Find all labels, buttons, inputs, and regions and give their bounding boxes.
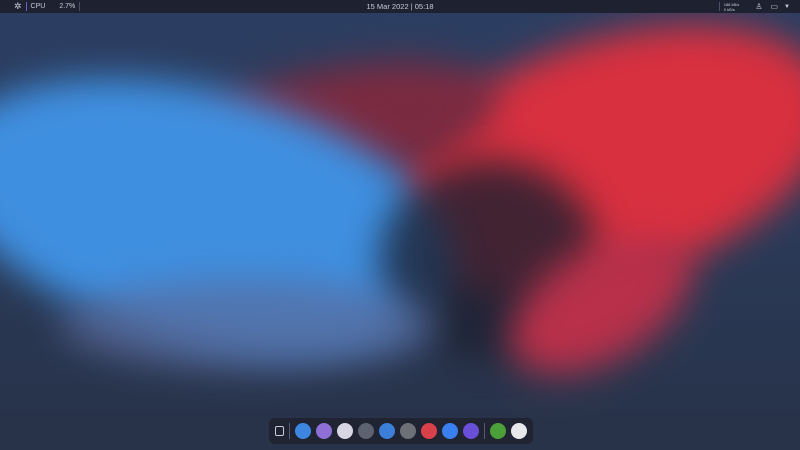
cpu-label: CPU xyxy=(30,3,46,10)
workspaces-icon[interactable] xyxy=(275,426,285,436)
dock-app-files-icon[interactable] xyxy=(295,423,311,439)
dock-app-browser-icon[interactable] xyxy=(379,423,395,439)
cpu-value: 2.7% xyxy=(59,3,76,10)
dock-app-music-icon[interactable] xyxy=(421,423,437,439)
chevron-down-icon[interactable]: ▼ xyxy=(784,4,790,10)
dock-app-app-green-icon[interactable] xyxy=(490,423,506,439)
display-icon[interactable]: ▭ xyxy=(770,2,778,11)
app-launcher-icon[interactable]: ✲ xyxy=(14,1,22,12)
top-panel: ✲ CPU 2.7% 15 Mar 2022 | 05:18 188 kB/s … xyxy=(0,0,800,13)
dock xyxy=(269,418,533,444)
dock-app-camera-icon[interactable] xyxy=(400,423,416,439)
dock-app-photos-icon[interactable] xyxy=(337,423,353,439)
dock-app-terminal-icon[interactable] xyxy=(358,423,374,439)
network-speed: 188 kB/s 0 kB/s xyxy=(724,2,740,12)
dock-app-mail-icon[interactable] xyxy=(316,423,332,439)
dock-app-app-web-icon[interactable] xyxy=(511,423,527,439)
net-down: 0 kB/s xyxy=(723,6,735,12)
clock[interactable]: 15 Mar 2022 | 05:18 xyxy=(0,2,800,11)
dock-app-store-icon[interactable] xyxy=(442,423,458,439)
desktop-wallpaper xyxy=(0,0,800,450)
dock-separator xyxy=(484,423,485,439)
dock-app-themes-icon[interactable] xyxy=(463,423,479,439)
user-icon[interactable]: ♙ xyxy=(755,2,762,11)
